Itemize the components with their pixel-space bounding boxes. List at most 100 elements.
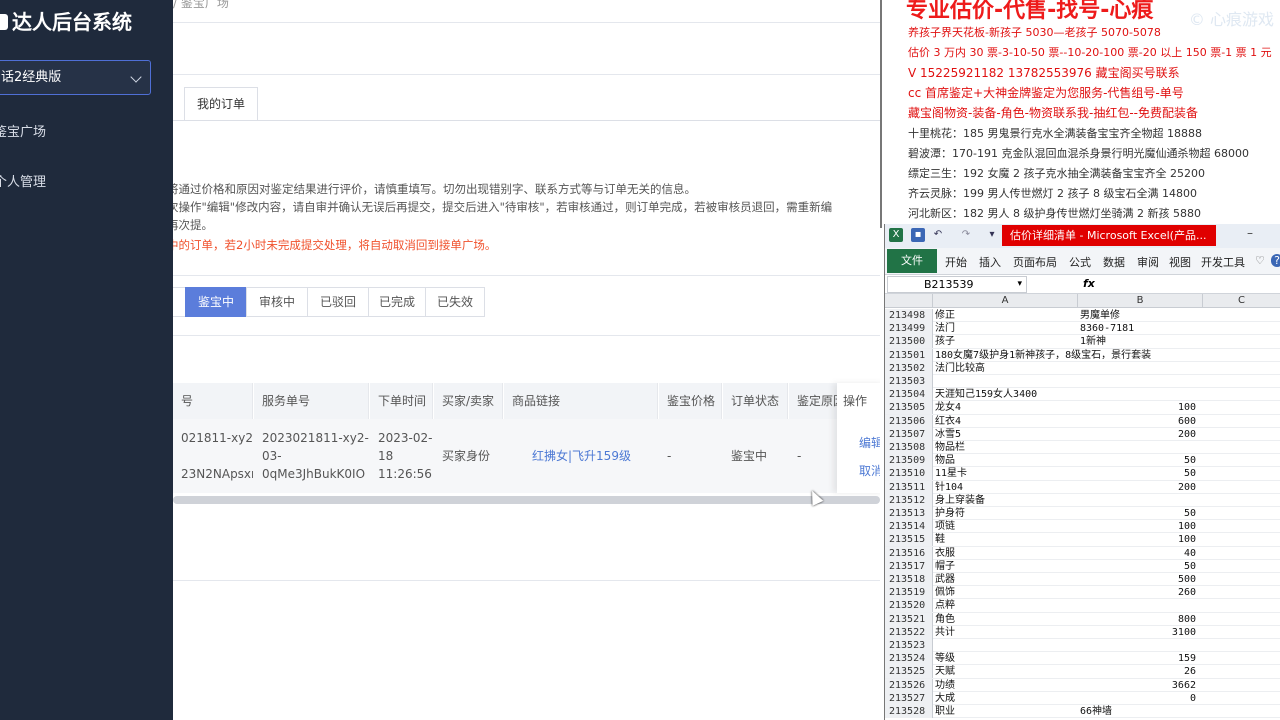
cell-a[interactable]: 修正: [935, 309, 1077, 322]
spreadsheet-row[interactable]: 213505 龙女4 100: [885, 401, 1280, 415]
cell-b[interactable]: 260: [1080, 586, 1196, 599]
row-number[interactable]: 213505: [885, 401, 933, 415]
cell-a[interactable]: 武器: [935, 573, 1077, 586]
breadcrumb[interactable]: / 鉴宝广场: [173, 0, 229, 11]
row-number[interactable]: 213522: [885, 625, 933, 639]
row-number[interactable]: 213509: [885, 454, 933, 468]
spreadsheet-row[interactable]: 213508 物品栏: [885, 441, 1280, 455]
cell-b[interactable]: 800: [1080, 613, 1196, 626]
cell-a[interactable]: 孩子: [935, 335, 1077, 348]
column-header[interactable]: A: [933, 294, 1078, 308]
spreadsheet-row[interactable]: 213518 武器 500: [885, 573, 1280, 587]
spreadsheet-row[interactable]: 213514 项链 100: [885, 520, 1280, 534]
ribbon-tab-file[interactable]: 文件: [887, 249, 937, 273]
cell-b[interactable]: 600: [1080, 415, 1196, 428]
row-number[interactable]: 213501: [885, 348, 933, 362]
spreadsheet-row[interactable]: 213510 11星卡 50: [885, 467, 1280, 481]
cell-b[interactable]: 159: [1080, 652, 1196, 665]
cell-b[interactable]: 50: [1080, 454, 1196, 467]
row-number[interactable]: 213516: [885, 546, 933, 560]
ribbon-tab-page-layout[interactable]: 页面布局: [1013, 254, 1057, 270]
spreadsheet-row[interactable]: 213526 功绩 3662: [885, 678, 1280, 692]
cell-a[interactable]: 物品栏: [935, 441, 1077, 454]
row-number[interactable]: 213507: [885, 427, 933, 441]
cell-a[interactable]: 项链: [935, 520, 1077, 533]
row-number[interactable]: 213512: [885, 493, 933, 507]
spreadsheet-row[interactable]: 213509 物品 50: [885, 454, 1280, 468]
ribbon-tab-developer[interactable]: 开发工具: [1201, 254, 1245, 270]
cell-a[interactable]: 冰雪5: [935, 428, 1077, 441]
row-number[interactable]: 213517: [885, 559, 933, 573]
cell-b[interactable]: 50: [1080, 507, 1196, 520]
row-number[interactable]: 213515: [885, 533, 933, 547]
spreadsheet-row[interactable]: 213501 180女魔7级护身1新神孩子，8级宝石，景行套装: [885, 348, 1280, 362]
fx-icon[interactable]: fx: [1083, 277, 1095, 290]
column-header[interactable]: C: [1203, 294, 1280, 308]
row-number[interactable]: 213504: [885, 388, 933, 402]
spreadsheet-row[interactable]: 213521 角色 800: [885, 612, 1280, 626]
ribbon-tab-formulas[interactable]: 公式: [1069, 254, 1091, 270]
spreadsheet-row[interactable]: 213525 天赋 26: [885, 665, 1280, 679]
ribbon-tab-insert[interactable]: 插入: [979, 254, 1001, 270]
cell-b[interactable]: 26: [1080, 665, 1196, 678]
spreadsheet-row[interactable]: 213523: [885, 639, 1280, 653]
row-number[interactable]: 213520: [885, 599, 933, 613]
spreadsheet-row[interactable]: 213517 帽子 50: [885, 559, 1280, 573]
row-number[interactable]: 213526: [885, 678, 933, 692]
row-number[interactable]: 213523: [885, 639, 933, 652]
filter-tab-completed[interactable]: 已完成: [368, 287, 426, 317]
cell-b[interactable]: 50: [1080, 467, 1196, 480]
horizontal-scrollbar[interactable]: [173, 496, 880, 504]
cell-b[interactable]: 100: [1080, 401, 1196, 414]
edit-button[interactable]: 编辑: [859, 434, 880, 451]
cell-b[interactable]: 200: [1080, 481, 1196, 494]
spreadsheet-row[interactable]: 213520 点粹: [885, 599, 1280, 613]
cell-b[interactable]: 40: [1080, 547, 1196, 560]
cell-a[interactable]: 物品: [935, 454, 1077, 467]
filter-tab-rejected[interactable]: 已驳回: [307, 287, 369, 317]
cell-b[interactable]: 8360-7181: [1080, 322, 1200, 335]
name-box[interactable]: B213539 ▾: [887, 276, 1027, 293]
ribbon-tab-review[interactable]: 审阅: [1137, 254, 1159, 270]
cell-a[interactable]: 法门: [935, 322, 1077, 335]
cancel-button[interactable]: 取消: [859, 462, 880, 479]
cell-a[interactable]: 衣服: [935, 547, 1077, 560]
spreadsheet-row[interactable]: 213512 身上穿装备: [885, 493, 1280, 507]
product-link[interactable]: 红拂女|飞升159级: [524, 419, 658, 493]
cell-a[interactable]: 天赋: [935, 665, 1077, 678]
cell-a[interactable]: 法门比较高: [935, 362, 1077, 375]
cell-b[interactable]: 3100: [1080, 626, 1196, 639]
cell-a[interactable]: 大成: [935, 692, 1077, 705]
minimize-icon[interactable]: –: [1247, 226, 1253, 240]
row-number[interactable]: 213527: [885, 691, 933, 705]
spreadsheet-row[interactable]: 213516 衣服 40: [885, 546, 1280, 560]
cell-b[interactable]: 0: [1080, 692, 1196, 705]
cell-a[interactable]: 佩饰: [935, 586, 1077, 599]
spreadsheet-row[interactable]: 213513 护身符 50: [885, 507, 1280, 521]
row-number[interactable]: 213502: [885, 361, 933, 375]
spreadsheet-row[interactable]: 213498 修正 男魔单修: [885, 309, 1280, 323]
spreadsheet-row[interactable]: 213500 孩子 1新神: [885, 335, 1280, 349]
spreadsheet-row[interactable]: 213502 法门比较高: [885, 361, 1280, 375]
row-number[interactable]: 213525: [885, 665, 933, 679]
row-number[interactable]: 213500: [885, 335, 933, 349]
filter-tab-expired[interactable]: 已失效: [425, 287, 485, 317]
row-number[interactable]: 213508: [885, 441, 933, 454]
cell-a[interactable]: 等级: [935, 652, 1077, 665]
spreadsheet-row[interactable]: 213524 等级 159: [885, 652, 1280, 666]
cell-b[interactable]: 3662: [1080, 679, 1196, 692]
cell-a[interactable]: 天涯知己159女人3400: [935, 388, 1077, 401]
cell-a[interactable]: 红衣4: [935, 415, 1077, 428]
row-number[interactable]: 213513: [885, 507, 933, 520]
ribbon-tab-home[interactable]: 开始: [945, 254, 967, 270]
cell-a[interactable]: 角色: [935, 613, 1077, 626]
row-number[interactable]: 213528: [885, 705, 933, 718]
cell-b[interactable]: 66神墙: [1080, 705, 1200, 718]
spreadsheet-row[interactable]: 213499 法门 8360-7181: [885, 322, 1280, 336]
spreadsheet-grid[interactable]: A B C 213498 修正 男魔单修 213499 法门 8360-7181 21350…: [885, 294, 1280, 720]
sidebar-item-personal[interactable]: 个人管理: [0, 171, 46, 190]
excel-icon[interactable]: X: [889, 228, 903, 242]
tab-my-orders[interactable]: 我的订单: [184, 87, 258, 121]
filter-tab-reviewing[interactable]: 审核中: [246, 287, 308, 317]
redo-icon[interactable]: ↷: [959, 228, 973, 242]
